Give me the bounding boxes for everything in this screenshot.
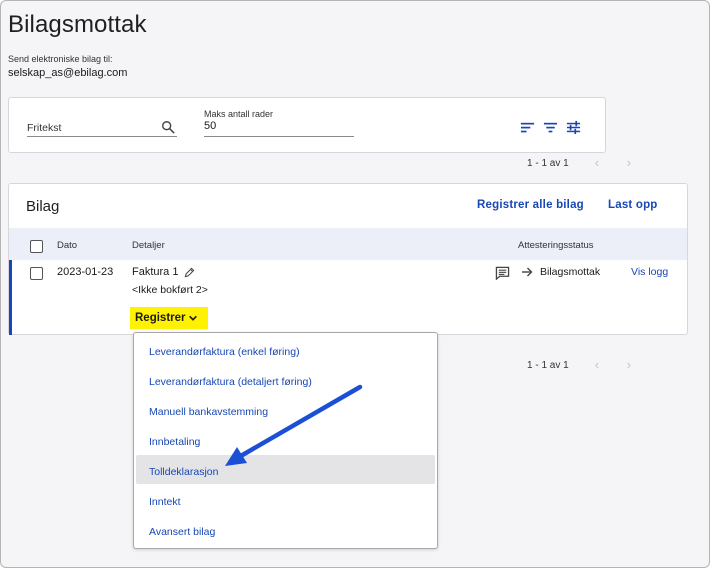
- filter-toolbar: [520, 120, 581, 135]
- search-input-placeholder: Fritekst: [27, 122, 62, 134]
- send-email-address: selskap_as@ebilag.com: [8, 67, 128, 79]
- table-header: Dato Detaljer Attesteringsstatus: [9, 228, 687, 260]
- menu-item-income[interactable]: Inntekt: [136, 485, 435, 514]
- upload-button[interactable]: Last opp: [608, 199, 658, 211]
- select-all-checkbox[interactable]: [30, 240, 43, 253]
- max-rows-label: Maks antall rader: [204, 109, 274, 119]
- table-row: 2023-01-23 Faktura 1 <Ikke bokført 2> Re…: [9, 260, 687, 335]
- max-rows-input[interactable]: 50: [204, 120, 354, 137]
- comment-icon[interactable]: [495, 266, 510, 280]
- tune-icon[interactable]: [566, 120, 581, 135]
- register-all-button[interactable]: Registrer alle bilag: [477, 199, 584, 211]
- chevron-down-icon: [189, 315, 197, 321]
- search-icon[interactable]: [161, 120, 175, 134]
- row-title: Faktura 1: [132, 266, 179, 278]
- register-button-label: Registrer: [135, 312, 186, 324]
- arrow-right-icon: [522, 267, 533, 277]
- row-date: 2023-01-23: [57, 266, 114, 278]
- menu-item-customs-declaration[interactable]: Tolldeklarasjon: [136, 455, 435, 484]
- column-date: Dato: [57, 240, 78, 251]
- next-page-icon[interactable]: ›: [627, 156, 637, 169]
- pagination-count: 1 - 1 av 1: [527, 157, 569, 169]
- row-approval-status: Bilagsmottak: [540, 266, 601, 278]
- pagination-bottom: 1 - 1 av 1 ‹ ›: [527, 358, 659, 371]
- edit-icon[interactable]: [184, 267, 195, 278]
- prev-page-icon[interactable]: ‹: [595, 358, 605, 371]
- register-dropdown-menu: Leverandørfaktura (enkel føring) Leveran…: [133, 332, 438, 549]
- filter-icon[interactable]: [543, 120, 558, 135]
- menu-item-advanced-voucher[interactable]: Avansert bilag: [136, 515, 435, 544]
- page-title: Bilagsmottak: [8, 11, 147, 38]
- app-window: Bilagsmottak Send elektroniske bilag til…: [0, 0, 710, 568]
- pagination-count: 1 - 1 av 1: [527, 359, 569, 371]
- filter-panel: Fritekst Maks antall rader 50: [8, 97, 606, 153]
- next-page-icon[interactable]: ›: [627, 358, 637, 371]
- sort-icon[interactable]: [520, 120, 535, 135]
- bilag-panel: Bilag Registrer alle bilag Last opp Dato…: [8, 183, 688, 335]
- pagination-top: 1 - 1 av 1 ‹ ›: [527, 156, 659, 169]
- search-input[interactable]: Fritekst: [27, 118, 177, 137]
- column-approval-status: Attesteringsstatus: [518, 240, 594, 251]
- prev-page-icon[interactable]: ‹: [595, 156, 605, 169]
- bilag-title: Bilag: [26, 198, 60, 215]
- send-email-label: Send elektroniske bilag til:: [8, 54, 113, 64]
- view-log-link[interactable]: Vis logg: [631, 266, 668, 278]
- row-status-line: <Ikke bokført 2>: [132, 284, 208, 296]
- register-dropdown-button[interactable]: Registrer: [130, 307, 208, 329]
- menu-item-supplier-invoice-detailed[interactable]: Leverandørfaktura (detaljert føring): [136, 365, 435, 394]
- menu-item-payment-received[interactable]: Innbetaling: [136, 425, 435, 454]
- column-details: Detaljer: [132, 240, 165, 251]
- menu-item-bank-reconciliation[interactable]: Manuell bankavstemming: [136, 395, 435, 424]
- row-checkbox[interactable]: [30, 267, 43, 280]
- menu-item-supplier-invoice-simple[interactable]: Leverandørfaktura (enkel føring): [136, 335, 435, 364]
